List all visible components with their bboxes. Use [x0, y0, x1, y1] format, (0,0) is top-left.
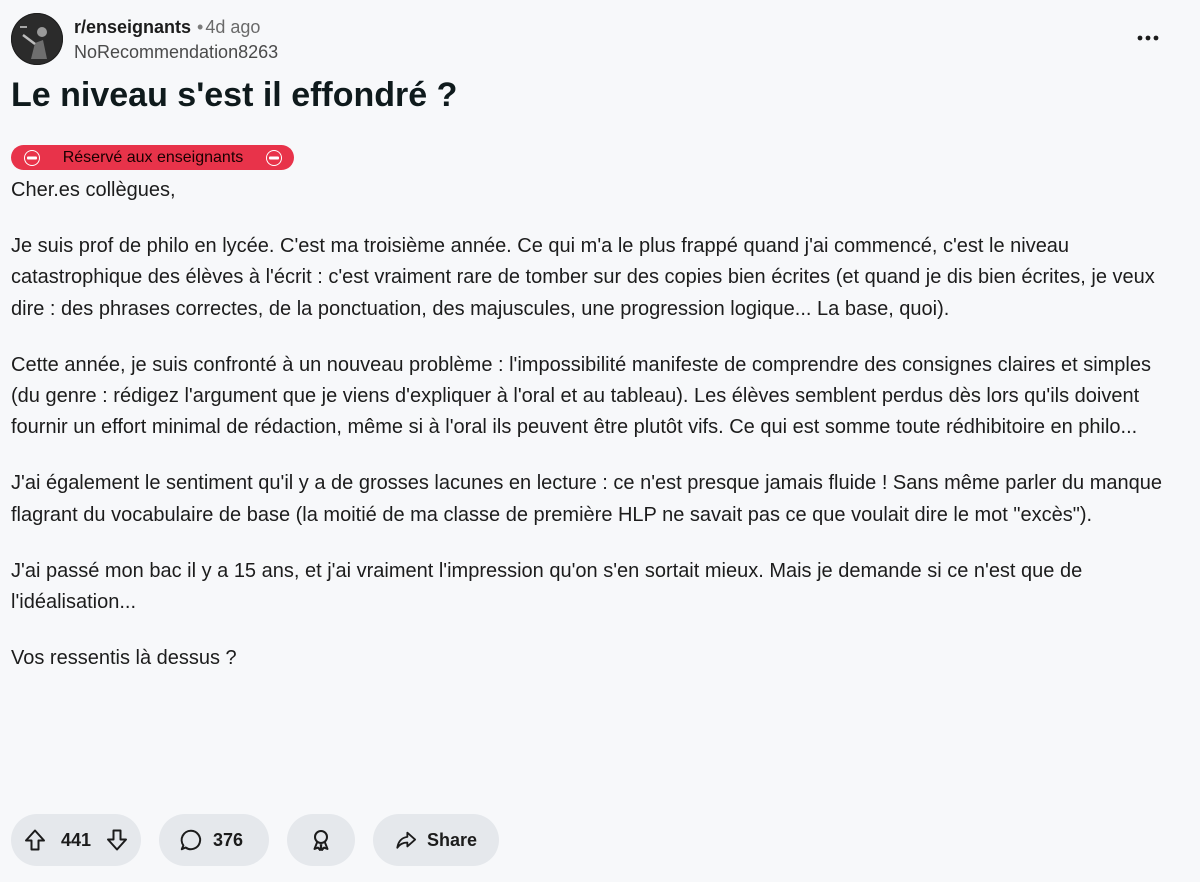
post-paragraph: Cette année, je suis confronté à un nouv… [11, 353, 1151, 439]
post-paragraph: J'ai également le sentiment qu'il y a de… [11, 472, 1162, 526]
comment-icon [180, 829, 202, 851]
share-label: Share [426, 829, 477, 850]
post-card: r/enseignants • 4d ago NoRecommendation826… [0, 0, 1200, 882]
post-age: 4d ago [205, 17, 261, 37]
downvote-button[interactable] [104, 827, 130, 853]
flair-label: Réservé aux enseignants [62, 148, 244, 166]
share-button[interactable]: Share [373, 814, 499, 866]
subreddit-link[interactable]: r/enseignants [74, 17, 191, 37]
award-button[interactable] [287, 814, 355, 866]
author-link[interactable]: NoRecommendation8263 [74, 40, 278, 64]
subreddit-avatar[interactable] [11, 13, 63, 65]
vote-control: 441 [11, 814, 141, 866]
downvote-icon [106, 829, 127, 851]
action-bar: 441 376 Share [11, 814, 499, 866]
post-paragraph: Je suis prof de philo en lycée. C'est ma… [11, 235, 1155, 320]
comment-count: 376 [213, 829, 244, 850]
upvote-icon [25, 829, 45, 851]
post-paragraph: Vos ressentis là dessus ? [11, 647, 237, 670]
meta-separator: • [197, 17, 204, 37]
no-entry-icon [24, 149, 40, 166]
post-body: Cher.es collègues, Je suis prof de philo… [11, 175, 1181, 699]
award-icon [313, 830, 329, 851]
more-options-button[interactable] [1128, 24, 1168, 52]
post-title: Le niveau s'est il effondré ? [11, 76, 458, 114]
share-icon [396, 831, 417, 849]
post-meta: r/enseignants • 4d ago [74, 15, 260, 39]
post-paragraph: Cher.es collègues, [11, 179, 176, 201]
comments-button[interactable]: 376 [159, 814, 269, 866]
post-flair[interactable]: Réservé aux enseignants [11, 145, 294, 170]
more-options-icon [1137, 35, 1159, 41]
no-entry-icon [266, 149, 282, 166]
post-paragraph: J'ai passé mon bac il y a 15 ans, et j'a… [11, 559, 1083, 614]
vote-count: 441 [60, 829, 92, 850]
upvote-button[interactable] [22, 827, 48, 853]
avatar-image [11, 13, 63, 65]
